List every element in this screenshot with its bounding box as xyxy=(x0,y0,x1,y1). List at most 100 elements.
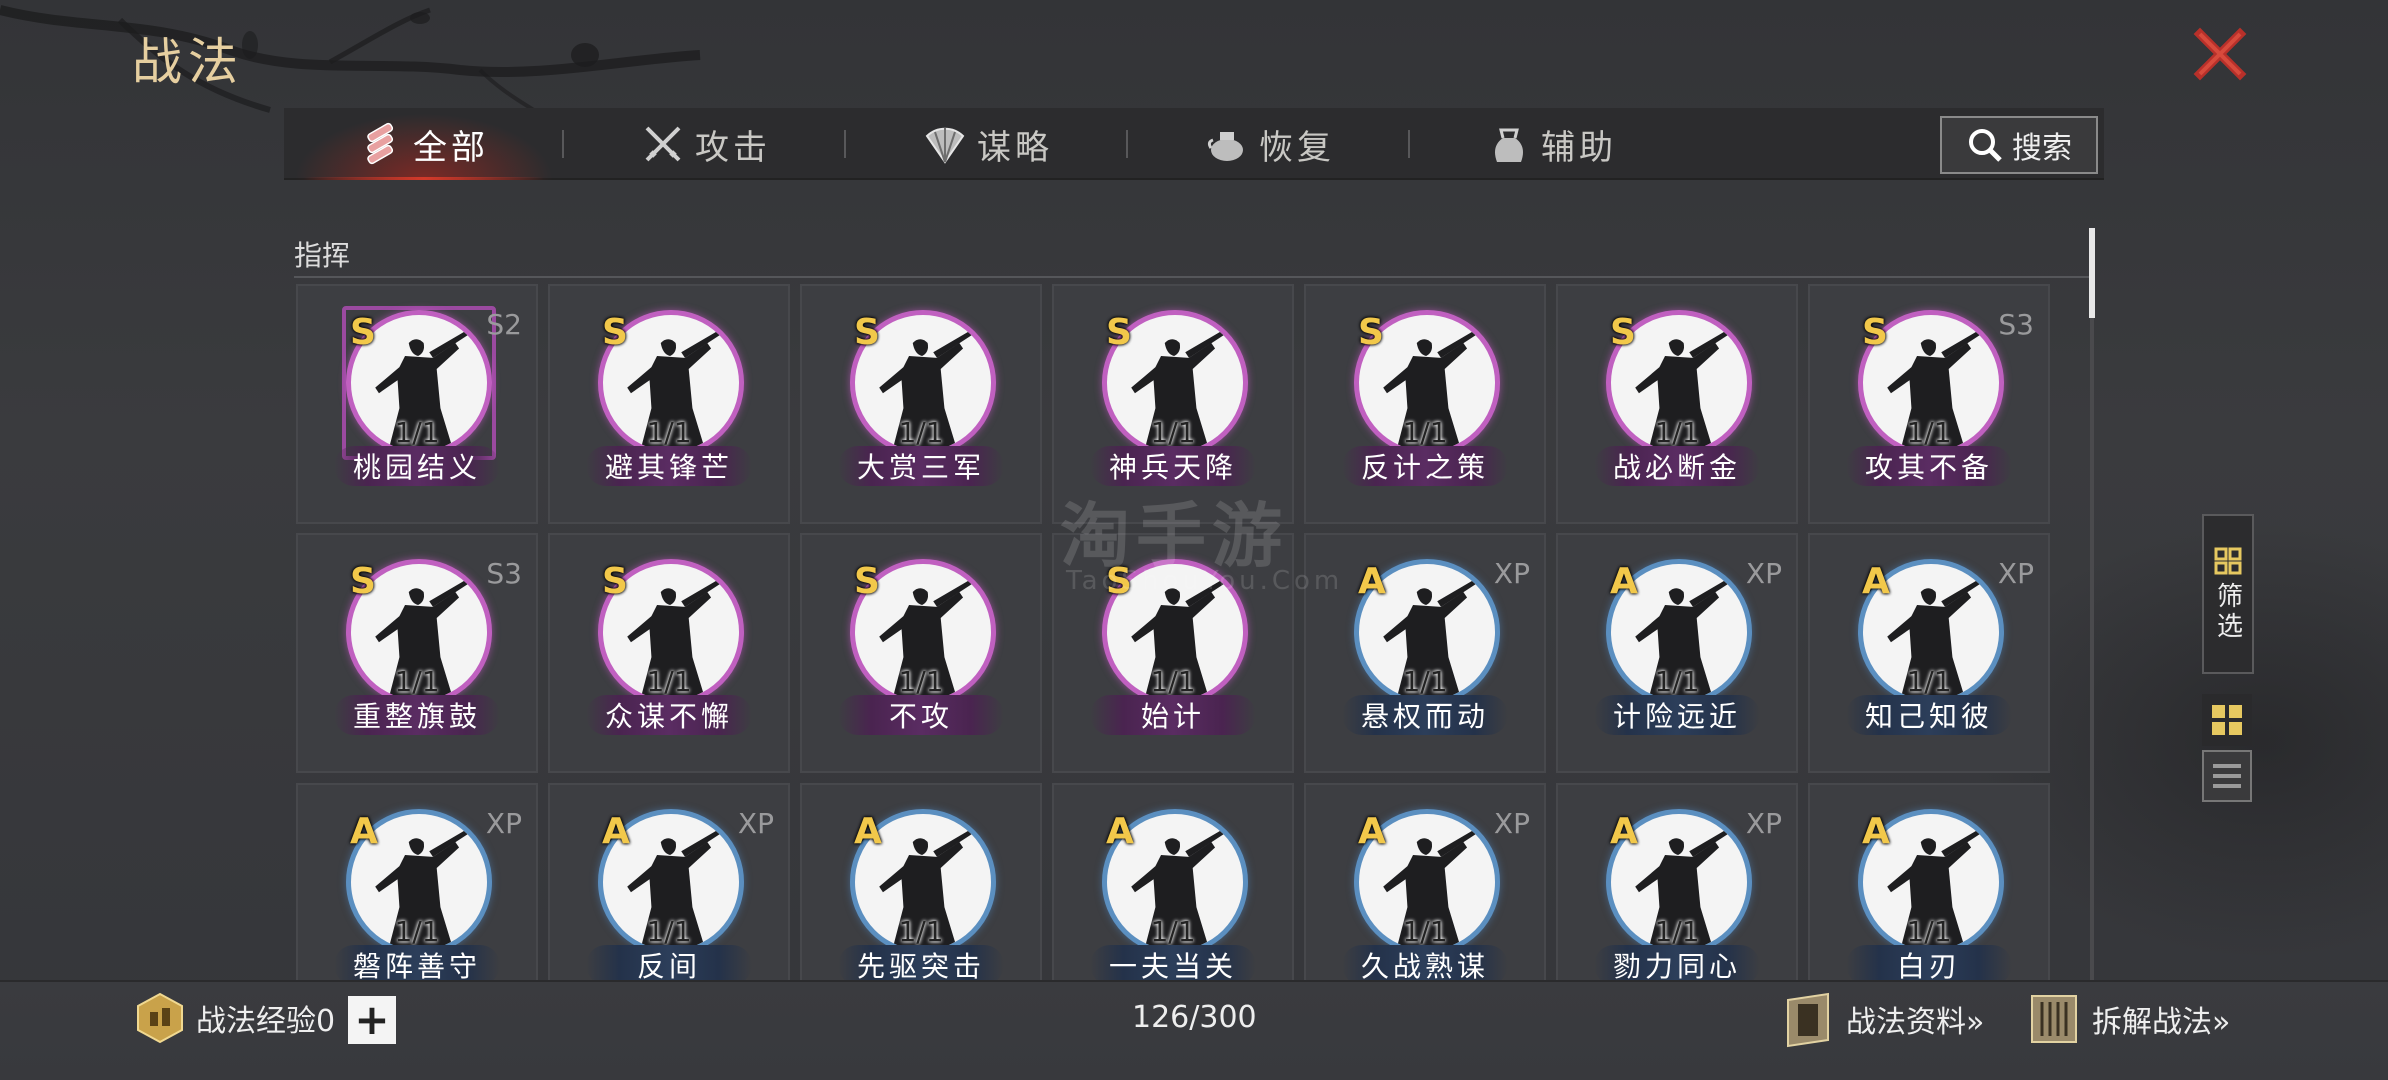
skill-grade: A xyxy=(1862,561,1890,603)
skill-card[interactable]: A XP 1/1 磐阵善守 xyxy=(296,782,538,980)
skill-name: 桃园结义 xyxy=(334,446,500,486)
skill-count: 126/300 xyxy=(1132,1000,1257,1035)
skill-card[interactable]: S 1/1 不攻 xyxy=(800,533,1042,774)
search-button[interactable]: 搜索 xyxy=(1940,116,2098,174)
skill-grade: S xyxy=(1862,312,1888,353)
skill-grade: S xyxy=(350,561,376,603)
dismantle-skill-label: 拆解战法» xyxy=(2092,1005,2231,1040)
skill-card[interactable]: A XP 1/1 反间 xyxy=(548,782,790,980)
season-tag: S3 xyxy=(1998,308,2034,341)
tab-separator xyxy=(1408,130,1410,158)
skill-count-label: 1/1 xyxy=(1906,914,1952,948)
skill-grade: A xyxy=(350,810,378,852)
recovery-pot-icon xyxy=(1207,132,1243,161)
skill-card[interactable]: A 1/1 白刃 xyxy=(1808,782,2050,980)
list-view-toggle[interactable] xyxy=(2202,750,2252,802)
skill-count-label: 1/1 xyxy=(1654,416,1700,449)
season-tag: S2 xyxy=(486,308,522,341)
skill-count-label: 1/1 xyxy=(646,914,692,948)
skill-grade: S xyxy=(1358,312,1384,353)
skill-card[interactable]: S S3 1/1 攻其不备 xyxy=(1808,284,2050,524)
season-tag: XP xyxy=(1493,806,1530,840)
tab-strategy[interactable]: 谋略 xyxy=(850,108,1126,180)
skill-info-button[interactable]: 战法资料» xyxy=(1780,990,1984,1048)
skill-count-label: 1/1 xyxy=(394,914,440,948)
skill-count-label: 1/1 xyxy=(394,665,440,699)
search-icon xyxy=(1969,129,2002,162)
tab-separator xyxy=(844,130,846,158)
skill-grade: A xyxy=(1106,810,1134,852)
skill-card[interactable]: S 1/1 众谋不懈 xyxy=(548,533,790,774)
tab-strategy-label: 谋略 xyxy=(977,127,1053,168)
skill-count-label: 1/1 xyxy=(1150,416,1196,449)
skill-count-label: 1/1 xyxy=(1402,914,1448,948)
section-divider xyxy=(294,276,2094,278)
scroll-book-icon xyxy=(1787,992,1829,1048)
season-tag: XP xyxy=(1997,557,2034,591)
season-tag: S3 xyxy=(486,557,522,591)
skill-name: 大赏三军 xyxy=(838,446,1004,486)
scrollbar-thumb[interactable] xyxy=(2089,228,2095,318)
season-tag: XP xyxy=(485,806,522,840)
skill-grade: S xyxy=(602,561,628,603)
dismantle-skill-button[interactable]: 拆解战法» xyxy=(2026,990,2230,1048)
tab-support[interactable]: 辅助 xyxy=(1414,108,1690,180)
season-tag: XP xyxy=(1745,557,1782,591)
season-tag: XP xyxy=(1745,806,1782,840)
skill-card[interactable]: A XP 1/1 勠力同心 xyxy=(1556,782,1798,980)
skill-card[interactable]: A 1/1 一夫当关 xyxy=(1052,782,1294,980)
tab-all-label: 全部 xyxy=(413,127,489,168)
skill-card[interactable]: S S3 1/1 重整旗鼓 xyxy=(296,533,538,774)
skill-name: 反间 xyxy=(586,944,752,980)
crossed-swords-icon xyxy=(645,126,681,162)
skill-card[interactable]: S 1/1 战必断金 xyxy=(1556,284,1798,524)
tab-recovery-label: 恢复 xyxy=(1259,127,1335,168)
skill-grade: S xyxy=(854,561,880,603)
skill-info-label: 战法资料» xyxy=(1846,1005,1985,1040)
skill-name: 白刃 xyxy=(1846,944,2012,980)
skill-count-label: 1/1 xyxy=(1402,665,1448,699)
add-exp-button[interactable]: + xyxy=(348,996,396,1044)
grid-view-toggle[interactable] xyxy=(2202,694,2252,746)
skill-card[interactable]: S 1/1 避其锋芒 xyxy=(548,284,790,524)
tab-all[interactable]: 全部 xyxy=(284,108,564,180)
skill-card[interactable]: S 1/1 大赏三军 xyxy=(800,284,1042,524)
grid-view-icon xyxy=(2212,705,2242,735)
tab-attack-label: 攻击 xyxy=(695,127,771,168)
skill-name: 一夫当关 xyxy=(1090,944,1256,980)
skill-name: 始计 xyxy=(1090,695,1256,736)
strategy-fan-icon xyxy=(925,127,965,164)
skill-count-label: 1/1 xyxy=(1402,416,1448,449)
filter-grid-icon xyxy=(2214,547,2242,575)
skill-card[interactable]: S 1/1 反计之策 xyxy=(1304,284,1546,524)
skill-grade: S xyxy=(350,312,376,353)
dismantle-scroll-icon xyxy=(2031,995,2077,1043)
close-button[interactable] xyxy=(2192,26,2248,82)
search-label: 搜索 xyxy=(2012,131,2072,166)
filter-label: 筛选 xyxy=(2212,582,2243,642)
skill-card[interactable]: A XP 1/1 知己知彼 xyxy=(1808,533,2050,774)
filter-button[interactable]: 筛选 xyxy=(2202,514,2254,674)
skill-grade: S xyxy=(602,312,628,353)
season-tag: XP xyxy=(737,806,774,840)
skill-exp-display: 战法经验0 xyxy=(134,992,335,1044)
skill-card[interactable]: A XP 1/1 久战熟谋 xyxy=(1304,782,1546,980)
skill-count-label: 1/1 xyxy=(1906,665,1952,699)
skill-name: 重整旗鼓 xyxy=(334,695,500,736)
skill-grade: A xyxy=(1610,810,1638,852)
skill-name: 久战熟谋 xyxy=(1342,944,1508,980)
tab-attack[interactable]: 攻击 xyxy=(568,108,844,180)
skill-count-label: 1/1 xyxy=(1150,914,1196,948)
skill-name: 悬权而动 xyxy=(1342,695,1508,736)
skill-card[interactable]: A 1/1 先驱突击 xyxy=(800,782,1042,980)
skill-card[interactable]: A XP 1/1 计险远近 xyxy=(1556,533,1798,774)
skill-name: 先驱突击 xyxy=(838,944,1004,980)
skill-card[interactable]: S S2 1/1 桃园结义 xyxy=(296,284,538,524)
season-tag: XP xyxy=(1493,557,1530,591)
skill-name: 磐阵善守 xyxy=(334,944,500,980)
tab-recovery[interactable]: 恢复 xyxy=(1132,108,1408,180)
skill-count-label: 1/1 xyxy=(646,416,692,449)
tab-separator xyxy=(562,130,564,158)
skill-name: 勠力同心 xyxy=(1594,944,1760,980)
skill-grade: A xyxy=(1610,561,1638,603)
